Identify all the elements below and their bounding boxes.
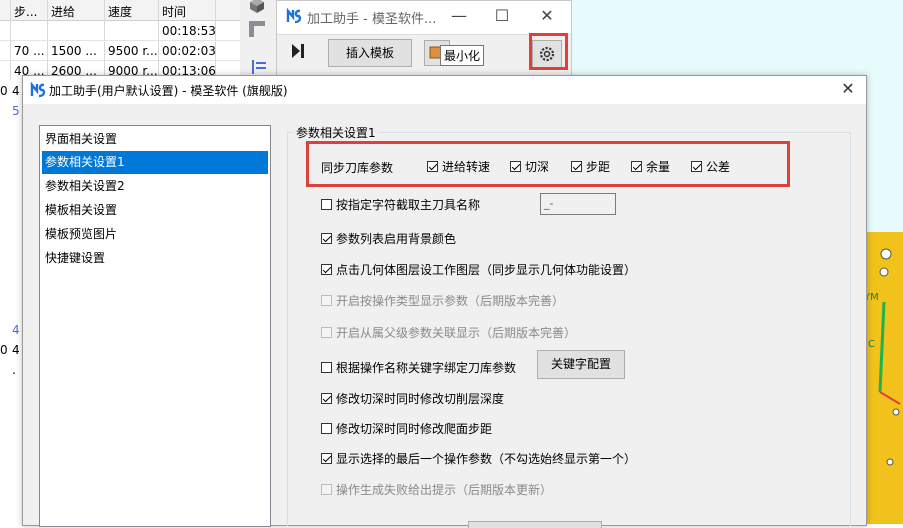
depth-stepover-checkbox[interactable]: 修改切深时同时修改爬面步距 (321, 420, 492, 437)
helper-window: 加工助手 - 模圣软件... — ☐ ✕ 插入模板 最小化 (276, 0, 572, 77)
nav-item-shortcut-settings[interactable]: 快捷键设置 (42, 247, 268, 270)
maximize-button[interactable]: ☐ (491, 5, 513, 27)
checkbox-label: 修改切深时同时修改爬面步距 (336, 422, 493, 436)
table-cell: 00:02:03 (162, 44, 216, 58)
minimize-button[interactable]: — (448, 5, 470, 27)
truncate-tool-name-checkbox[interactable]: 按指定字符截取主刀具名称 (321, 196, 480, 213)
failure-prompt-checkbox: 操作生成失败给出提示（后期版本更新） (321, 481, 552, 498)
table-cell-fragment: 0 (0, 343, 8, 357)
helper-window-title: 加工助手 - 模圣软件... (307, 12, 437, 27)
settings-category-list: 界面相关设置 参数相关设置1 参数相关设置2 模板相关设置 模板预览图片 快捷键… (39, 125, 271, 527)
dialog-close-button[interactable]: ✕ (836, 78, 860, 100)
table-cell-fragment: 4 (12, 343, 20, 357)
nav-item-template-preview[interactable]: 模板预览图片 (42, 223, 268, 246)
checkbox-label: 参数列表启用背景颜色 (336, 232, 457, 246)
column-header-speed[interactable]: 速度 (108, 3, 132, 20)
svg-text:C: C (868, 339, 875, 350)
nav-item-template-settings[interactable]: 模板相关设置 (42, 199, 268, 222)
corner-icon[interactable] (246, 18, 268, 40)
checkbox-label: 操作生成失败给出提示（后期版本更新） (336, 483, 553, 497)
checkbox-label: 点击几何体图层设工作图层（同步显示几何体功能设置） (336, 263, 637, 277)
nav-item-ui-settings[interactable]: 界面相关设置 (42, 128, 268, 151)
name-char-field[interactable]: _- (540, 193, 616, 215)
table-cell-fragment: 5 (12, 104, 20, 118)
table-cell-fragment: 4 (12, 84, 20, 98)
nav-item-param-settings-2[interactable]: 参数相关设置2 (42, 175, 268, 198)
checkbox-label: 开启从属父级参数关联显示（后期版本完善） (336, 326, 577, 340)
app-logo-icon (29, 81, 47, 99)
group-title: 参数相关设置1 (293, 124, 379, 141)
table-cell-fragment: . (12, 363, 16, 377)
settings-highlight (529, 33, 568, 70)
checkbox-label: 修改切深时同时修改切削层深度 (336, 392, 505, 406)
table-cell: 70 ... (14, 44, 45, 58)
depth-layer-checkbox[interactable]: 修改切深时同时修改切削层深度 (321, 390, 504, 407)
column-header-feed[interactable]: 进给 (51, 3, 75, 20)
dialog-button-partial[interactable] (468, 521, 602, 528)
close-button[interactable]: ✕ (536, 5, 558, 27)
column-header-time[interactable]: 时间 (162, 3, 186, 20)
table-cell-fragment: 0 (0, 84, 8, 98)
checkbox-label: 按指定字符截取主刀具名称 (336, 198, 481, 212)
sync-params-highlight (306, 141, 790, 187)
cube-icon[interactable] (246, 0, 268, 14)
helper-toolbar: 插入模板 最小化 (277, 34, 571, 77)
param-bg-color-checkbox[interactable]: 参数列表启用背景颜色 (321, 230, 456, 247)
checkbox-label: 根据操作名称关键字绑定刀库参数 (336, 361, 517, 375)
checkbox-label: 开启按操作类型显示参数（后期版本完善） (336, 294, 565, 308)
table-cell: 00:18:53 (162, 24, 216, 38)
checkbox-label: 显示选择的最后一个操作参数（不勾选始终显示第一个） (336, 452, 637, 466)
app-logo-icon (285, 7, 303, 25)
table-cell-fragment: 4 (12, 323, 20, 337)
parent-link-checkbox: 开启从属父级参数关联显示（后期版本完善） (321, 324, 576, 341)
keyword-config-button[interactable]: 关键字配置 (537, 350, 625, 379)
insert-template-button[interactable]: 插入模板 (328, 39, 412, 67)
table-cell: 9500 r... (108, 44, 158, 58)
play-next-icon[interactable] (287, 40, 309, 62)
dialog-title: 加工助手(用户默认设置) - 模圣软件 (旗舰版) (49, 84, 288, 98)
geometry-layer-checkbox[interactable]: 点击几何体图层设工作图层（同步显示几何体功能设置） (321, 261, 636, 278)
column-header-step[interactable]: 步... (14, 3, 37, 20)
keyword-bind-checkbox[interactable]: 根据操作名称关键字绑定刀库参数 (321, 359, 516, 376)
table-cell: 1500 ... (51, 44, 97, 58)
show-last-op-checkbox[interactable]: 显示选择的最后一个操作参数（不勾选始终显示第一个） (321, 450, 636, 467)
nav-item-param-settings-1[interactable]: 参数相关设置1 (42, 151, 268, 174)
op-type-params-checkbox: 开启按操作类型显示参数（后期版本完善） (321, 292, 564, 309)
minimize-tooltip: 最小化 (440, 45, 485, 66)
